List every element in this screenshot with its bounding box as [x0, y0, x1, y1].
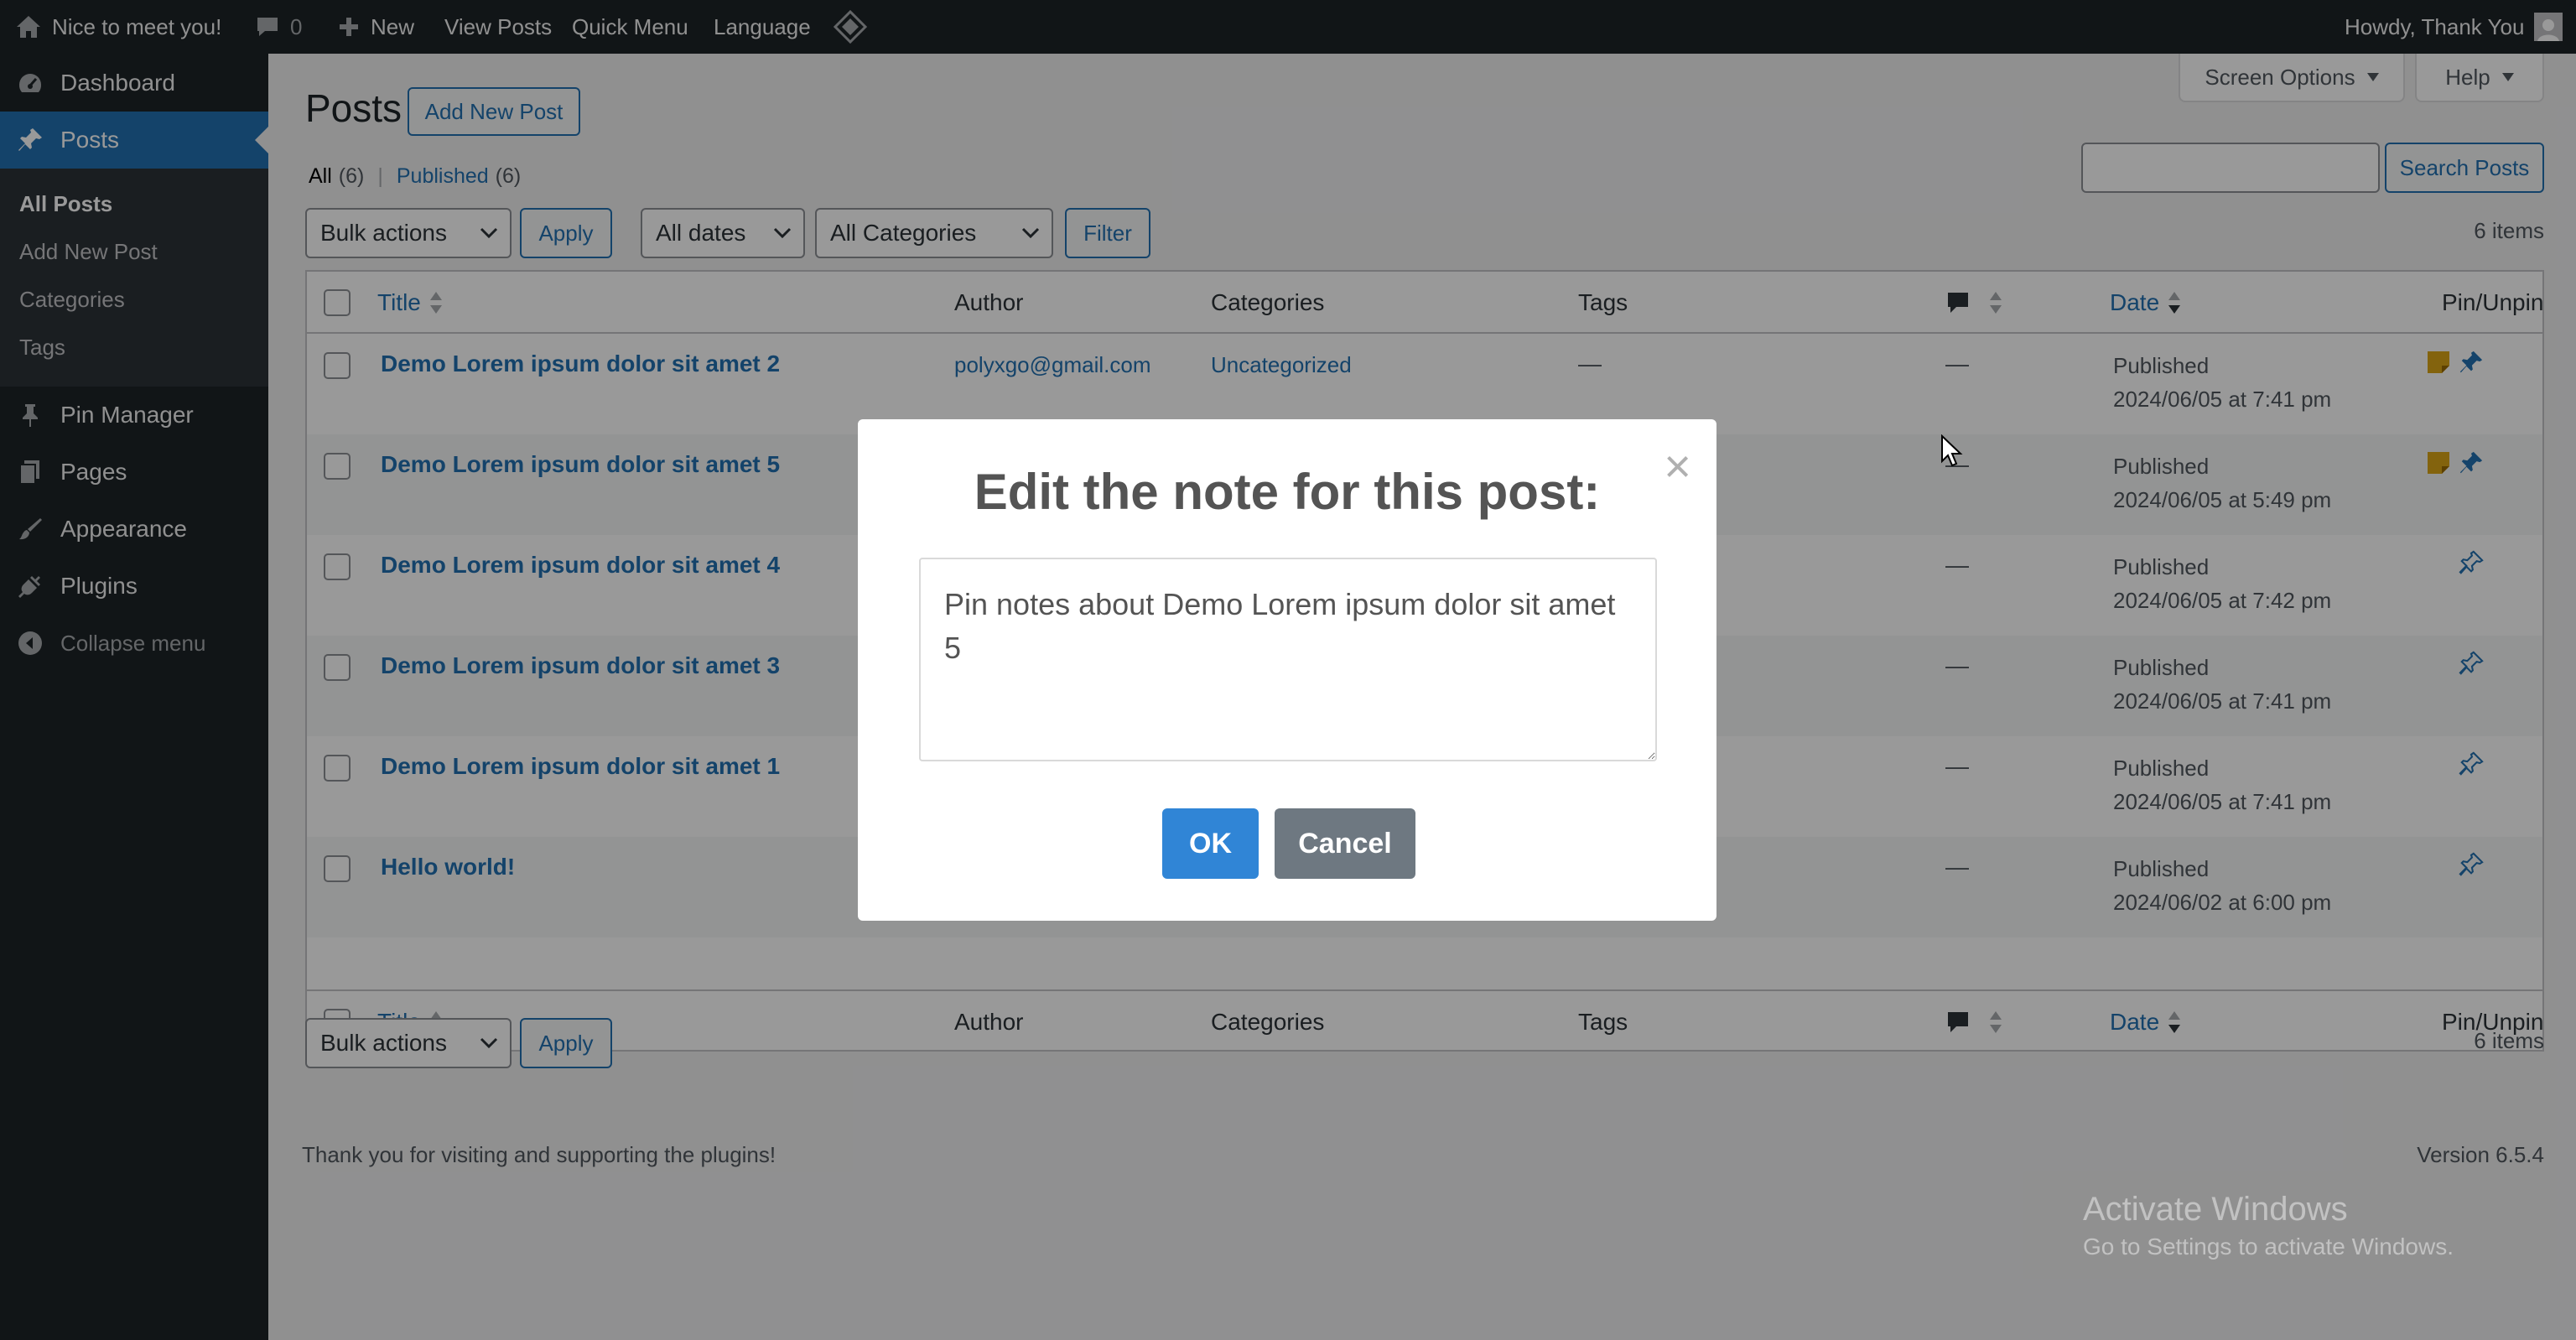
- mouse-cursor-icon: [1940, 434, 1964, 468]
- ok-button[interactable]: OK: [1162, 808, 1259, 879]
- cancel-button[interactable]: Cancel: [1275, 808, 1415, 879]
- edit-note-dialog: × Edit the note for this post: Pin notes…: [858, 419, 1716, 921]
- windows-activation-watermark: Activate Windows Go to Settings to activ…: [2083, 1191, 2454, 1260]
- dialog-title: Edit the note for this post:: [974, 464, 1601, 520]
- watermark-title: Activate Windows: [2083, 1191, 2348, 1228]
- watermark-subtitle: Go to Settings to activate Windows.: [2083, 1234, 2454, 1259]
- note-textarea[interactable]: Pin notes about Demo Lorem ipsum dolor s…: [919, 558, 1657, 761]
